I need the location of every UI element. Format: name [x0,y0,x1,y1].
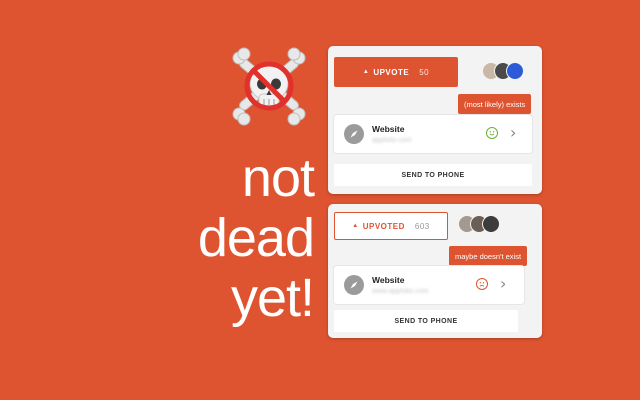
send-to-phone-button[interactable]: SEND TO PHONE [334,310,518,332]
upvote-count: 603 [414,221,430,231]
skull-crossbones-prohibited-icon [228,46,310,128]
chevron-right-icon[interactable]: › [510,123,516,142]
compass-icon [344,275,364,295]
voter-avatars[interactable] [458,215,500,233]
upvote-count: 50 [419,67,430,77]
upvote-label: UPVOTED [362,221,405,231]
website-title: Website [372,124,405,134]
headline-line-2: dead [197,208,315,268]
website-link-row[interactable]: Website www.appfolio.com › [334,266,524,304]
status-tooltip: (most likely) exists [458,94,532,114]
product-card-exists: ▲ UPVOTE 50 (most likely) exists Website… [328,46,542,194]
send-to-phone-button[interactable]: SEND TO PHONE [334,164,532,186]
website-link-row[interactable]: Website appfolio.com › [334,115,532,153]
upvoted-button[interactable]: ▲ UPVOTED 603 [334,212,448,240]
upvote-arrow-icon: ▲ [362,69,370,75]
upvote-button[interactable]: ▲ UPVOTE 50 [334,57,458,87]
avatar [506,62,524,80]
frown-face-icon [476,278,488,290]
voter-avatars[interactable] [482,62,524,80]
status-tooltip: maybe doesn't exist [449,246,528,266]
headline: not dead yet! [150,148,315,328]
smile-face-icon [486,127,498,139]
website-url: appfolio.com [372,137,412,144]
website-title: Website [372,275,405,285]
avatar [482,215,500,233]
compass-icon [344,124,364,144]
website-url: www.appfolio.com [372,288,429,295]
upvote-label: UPVOTE [373,67,410,77]
upvote-arrow-icon: ▲ [352,223,359,229]
product-card-maybe: ▲ UPVOTED 603 maybe doesn't exist Websit… [328,204,542,338]
headline-line-3: yet! [230,268,315,328]
chevron-right-icon[interactable]: › [500,274,506,293]
headline-line-1: not [241,148,315,208]
